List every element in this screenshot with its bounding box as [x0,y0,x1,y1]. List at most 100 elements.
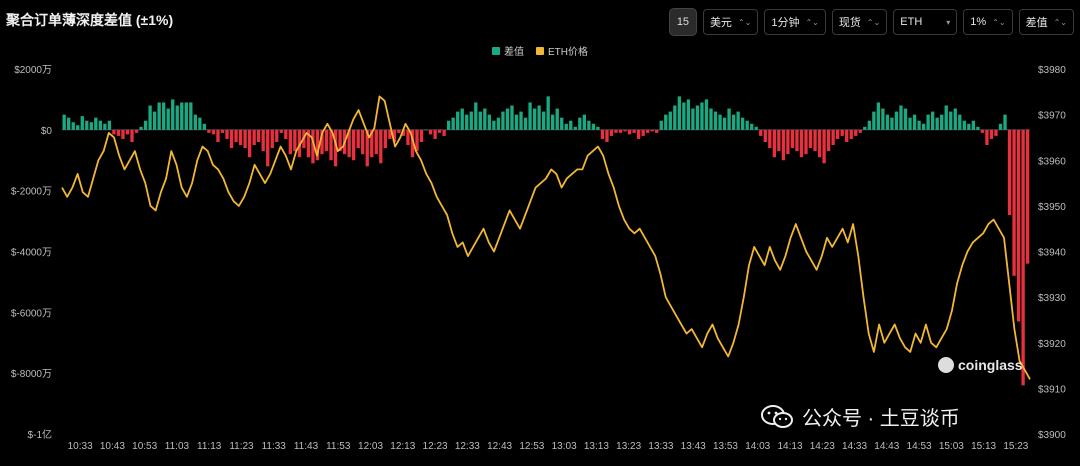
diff-bar [885,114,890,130]
y-tick-label-left: $2000万 [14,65,52,76]
diff-bar [428,129,433,135]
y-tick-label-right: $3920 [1038,339,1066,350]
diff-bar [180,102,184,130]
diff-bar [293,129,297,152]
diff-bar [854,129,858,136]
diff-bar [998,123,1003,130]
diff-bar [659,120,663,130]
x-tick-label: 12:23 [423,441,448,452]
diff-bar [903,108,908,130]
diff-bar [125,129,130,135]
diff-bar [229,129,234,149]
diff-bar [609,129,614,136]
diff-bar [650,129,654,132]
diff-bar [686,99,691,130]
diff-bar [921,123,926,130]
x-tick-label: 11:33 [262,441,287,452]
diff-bar [62,114,66,130]
x-tick-label: 15:03 [939,441,964,452]
diff-bar [618,129,623,133]
x-tick-label: 10:33 [68,441,93,452]
diff-bar [324,129,329,152]
diff-bar [614,129,618,133]
diff-bar [741,117,745,130]
diff-bar [849,129,853,139]
diff-bar [103,123,107,130]
diff-bar [636,129,641,139]
diff-bar [587,120,591,130]
diff-bar [935,117,939,130]
diff-bar [1021,129,1025,386]
diff-bar [976,126,980,130]
x-tick-label: 14:13 [777,441,802,452]
diff-bar [940,114,944,130]
coinglass-watermark: coinglass [938,357,1023,373]
diff-bar [234,129,238,142]
diff-bar [80,116,84,130]
diff-bar [510,105,514,130]
diff-bar [953,108,957,130]
diff-bar [220,129,225,133]
diff-bar [546,96,550,130]
x-tick-label: 11:53 [326,441,351,452]
diff-bar [474,102,478,130]
x-tick-label: 14:53 [907,441,932,452]
diff-bar [781,129,786,161]
diff-bar [189,102,193,130]
diff-bar [673,105,677,130]
diff-bar [460,108,464,130]
diff-bar [917,120,921,130]
diff-bar [193,114,198,130]
diff-bar [881,108,885,130]
diff-bar [745,120,749,130]
diff-bar [573,126,577,130]
diff-bar [641,129,645,136]
diff-bar [926,114,930,130]
y-tick-label-right: $3970 [1038,111,1066,122]
depth-chart: $2000万 $0 $-2000万 $-4000万 $-6000万 $-8000万 $-1亿… [11,65,1066,452]
diff-bar [374,129,378,155]
x-tick-label: 13:13 [584,441,609,452]
diff-bar [288,129,292,155]
diff-bar [799,129,804,158]
diff-bar [207,129,211,133]
diff-bar [424,129,428,131]
diff-bar [695,105,700,130]
diff-bar [763,129,767,142]
diff-bar [67,117,71,130]
diff-bar [379,129,383,164]
diff-bar [569,120,573,130]
diff-bar [555,108,559,130]
diff-bar [867,120,871,130]
diff-bar [958,114,962,130]
diff-bar [532,108,537,130]
y-tick-label-left: $-2000万 [11,187,52,198]
diff-bar [845,129,849,142]
diff-bar [537,105,541,130]
diff-bar [76,125,80,130]
diff-bar [175,105,179,130]
diff-bar [1025,129,1030,264]
y-tick-label-right: $3910 [1038,384,1066,395]
diff-bar [157,102,161,130]
x-tick-label: 12:53 [519,441,544,452]
diff-bar [994,129,998,136]
y-tick-label-left: $-1亿 [28,428,52,441]
diff-bar [121,129,125,139]
diff-bar [623,129,627,132]
diff-bar [523,117,528,130]
diff-bar [962,120,966,130]
diff-bar [279,129,283,133]
diff-bar [863,126,867,130]
diff-bar [107,120,112,130]
diff-bar [71,122,75,130]
diff-bar [731,114,736,130]
diff-bar [148,105,152,130]
diff-bar [397,129,401,133]
diff-bar [727,108,731,130]
diff-bar [596,126,600,130]
diff-bar [912,114,917,130]
x-tick-label: 11:43 [294,441,319,452]
diff-bar [646,129,650,133]
diff-bar [677,96,682,130]
